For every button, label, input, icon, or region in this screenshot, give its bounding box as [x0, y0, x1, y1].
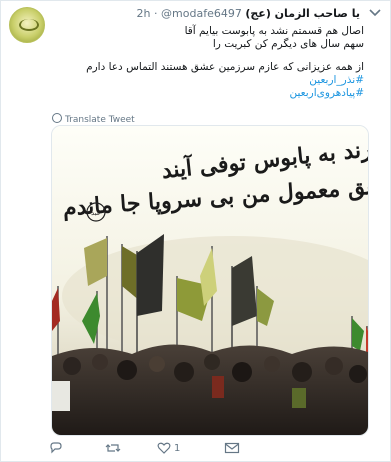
display-name[interactable]: یا صاحب الزمان (عج) — [245, 7, 360, 20]
hashtag-link[interactable]: #پیادهروی‌اربعین — [64, 87, 364, 100]
chevron-down-icon[interactable] — [369, 9, 381, 17]
header-separator: · — [154, 7, 158, 20]
heart-icon — [157, 442, 171, 454]
translate-label: Translate Tweet — [65, 115, 135, 125]
hashtag-link[interactable]: #نذر_اربعین — [64, 74, 364, 87]
tweet-header: یا صاحب الزمان (عج) @modafe6497 · 2h — [137, 7, 360, 20]
globe-icon — [52, 113, 62, 123]
user-handle[interactable]: @modafe6497 — [161, 7, 242, 20]
crowd — [52, 344, 368, 435]
signature-text: عبد — [91, 209, 101, 217]
direct-message-button[interactable] — [224, 441, 240, 455]
tweet-actions: 1 — [49, 441, 369, 459]
retweet-icon — [105, 444, 121, 452]
avatar-emblem-icon — [19, 19, 39, 31]
procession-illustration: همه دارند به پابوس توفی آیند طبق معمول م… — [52, 126, 368, 435]
tweet-text-line: سهم سال های دیگرم کن کبریت را — [212, 38, 364, 50]
tweet-text-line: اصال هم قسمتم نشد به پابوست بیایم آقا — [184, 25, 364, 37]
tweet-time[interactable]: 2h — [137, 7, 151, 20]
reply-icon — [50, 442, 62, 454]
translate-tweet-link[interactable]: Translate Tweet — [52, 113, 135, 125]
tweet-card: یا صاحب الزمان (عج) @modafe6497 · 2h اصا… — [0, 0, 391, 462]
envelope-icon — [224, 442, 240, 454]
tweet-image[interactable]: همه دارند به پابوس توفی آیند طبق معمول م… — [51, 125, 369, 436]
like-count: 1 — [174, 443, 181, 454]
avatar[interactable] — [9, 7, 45, 43]
retweet-button[interactable] — [105, 441, 121, 455]
reply-button[interactable] — [49, 441, 63, 455]
tweet-text: اصال هم قسمتم نشد به پابوست بیایم آقا سه… — [64, 25, 364, 100]
like-button[interactable] — [157, 441, 171, 455]
tweet-text-line: از همه عزیزانی که عازم سرزمین عشق هستند … — [86, 61, 364, 73]
